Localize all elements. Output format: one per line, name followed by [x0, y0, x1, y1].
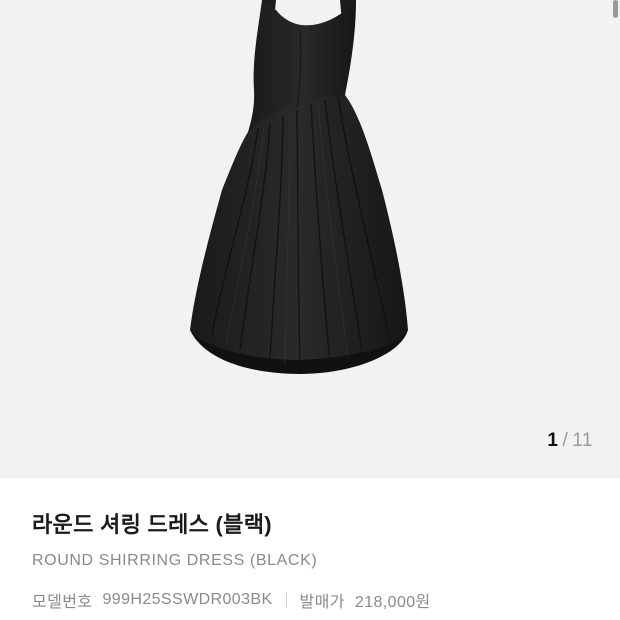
product-title: 라운드 셔링 드레스 (블랙)	[32, 512, 272, 537]
release-price-label: 발매가	[299, 594, 345, 611]
model-number-label: 모델번호	[32, 594, 93, 611]
product-english-name: ROUND SHIRRING DRESS (BLACK)	[32, 552, 318, 569]
image-counter: 1/11	[547, 430, 593, 452]
meta-divider	[285, 592, 287, 608]
image-counter-total: 11	[572, 430, 593, 451]
image-counter-current: 1	[547, 430, 559, 451]
product-image-gallery[interactable]: 1/11	[0, 0, 620, 478]
model-number-value: 999H25SSWDR003BK	[102, 591, 273, 608]
release-price-value: 218,000원	[354, 594, 431, 611]
scroll-indicator[interactable]	[613, 0, 618, 18]
image-counter-separator: /	[562, 430, 569, 451]
product-meta: 모델번호 999H25SSWDR003BK 발매가 218,000원	[32, 588, 600, 612]
product-image	[190, 0, 408, 374]
product-info: 라운드 셔링 드레스 (블랙) ROUND SHIRRING DRESS (BL…	[32, 510, 600, 612]
